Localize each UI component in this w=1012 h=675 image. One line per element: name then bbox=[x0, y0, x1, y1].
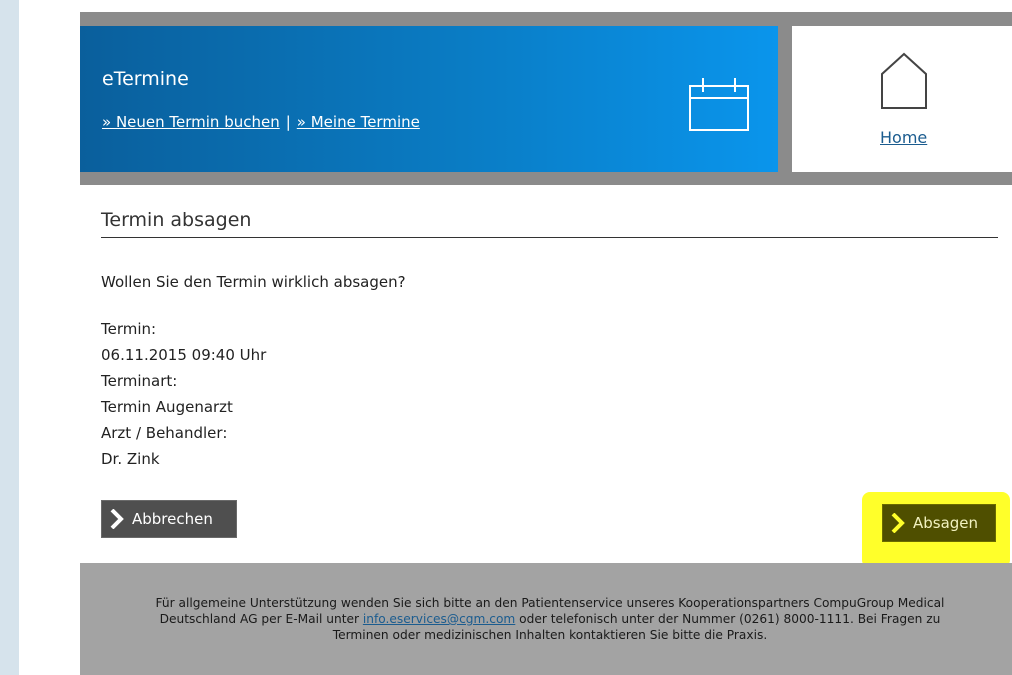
house-icon bbox=[881, 52, 927, 109]
nav-separator: | bbox=[285, 113, 291, 131]
page-title: Termin absagen bbox=[101, 209, 998, 238]
top-frame-bar bbox=[80, 12, 1012, 26]
detail-label-type: Terminart: bbox=[101, 372, 178, 390]
footer: Für allgemeine Unterstützung wenden Sie … bbox=[80, 563, 1012, 675]
chevron-right-icon bbox=[110, 509, 124, 529]
left-sidebar-strip bbox=[0, 0, 19, 675]
header-nav: » Neuen Termin buchen | » Meine Termine bbox=[102, 113, 420, 131]
cancel-button[interactable]: Abbrechen bbox=[101, 500, 237, 538]
detail-value-datetime: 06.11.2015 09:40 Uhr bbox=[101, 346, 267, 364]
cancel-button-label: Abbrechen bbox=[132, 510, 213, 528]
confirm-button-label: Absagen bbox=[913, 514, 979, 532]
detail-value-doctor: Dr. Zink bbox=[101, 450, 160, 468]
home-tile[interactable]: Home bbox=[792, 26, 1012, 172]
detail-label-doctor: Arzt / Behandler: bbox=[101, 424, 228, 442]
etermine-header: eTermine » Neuen Termin buchen | » Meine T… bbox=[80, 26, 778, 176]
detail-label-appointment: Termin: bbox=[101, 320, 157, 338]
my-appointments-link[interactable]: » Meine Termine bbox=[297, 113, 420, 131]
confirm-question: Wollen Sie den Termin wirklich absagen? bbox=[101, 273, 406, 291]
appointment-details: Termin: 06.11.2015 09:40 Uhr Terminart: … bbox=[101, 316, 266, 472]
header-bottom-bar bbox=[80, 172, 1012, 185]
chevron-right-icon bbox=[891, 513, 905, 533]
home-link[interactable]: Home bbox=[880, 128, 927, 147]
header-title: eTermine bbox=[102, 68, 189, 90]
new-appointment-link[interactable]: » Neuen Termin buchen bbox=[102, 113, 280, 131]
confirm-cancel-button[interactable]: Absagen bbox=[882, 504, 996, 542]
footer-text: Für allgemeine Unterstützung wenden Sie … bbox=[140, 595, 960, 643]
detail-value-type: Termin Augenarzt bbox=[101, 398, 233, 416]
support-email-link[interactable]: info.eservices@cgm.com bbox=[363, 612, 515, 626]
calendar-icon bbox=[689, 78, 749, 131]
